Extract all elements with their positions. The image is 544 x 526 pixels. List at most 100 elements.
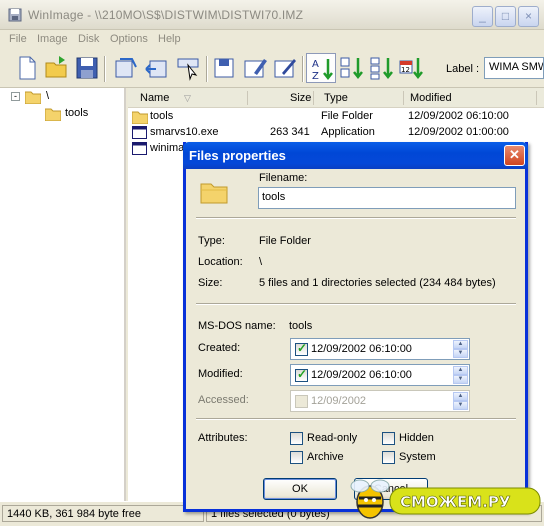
filename-label: Filename: xyxy=(259,172,308,184)
column-size[interactable]: Size xyxy=(290,92,311,104)
hidden-label[interactable]: Hidden xyxy=(399,432,434,444)
tree-root-label[interactable]: \ xyxy=(46,90,49,102)
column-name[interactable]: Name xyxy=(140,92,169,104)
files-properties-dialog: Files properties ✕ Filename: tools Type:… xyxy=(183,142,528,512)
created-checkbox[interactable] xyxy=(295,341,308,356)
hidden-checkbox[interactable] xyxy=(382,432,395,445)
window-title: WinImage - \\210MO\S$\DISTWIM\DISTWI70.I… xyxy=(28,8,304,22)
sort-arrow-icon: ▽ xyxy=(184,93,191,103)
location-value: \ xyxy=(259,256,263,268)
accessed-checkbox[interactable] xyxy=(295,395,308,408)
attributes-label: Attributes: xyxy=(198,432,248,444)
table-row[interactable]: smarvs10.exe 263 341 Application 12/09/2… xyxy=(128,125,544,141)
cell-name: winima xyxy=(150,142,185,154)
toolbar-separator xyxy=(302,56,304,82)
menu-options[interactable]: Options xyxy=(110,33,148,45)
inject-icon[interactable] xyxy=(110,53,140,83)
save-icon[interactable] xyxy=(72,53,102,83)
folder-large-icon xyxy=(200,180,228,207)
column-separator xyxy=(536,91,537,105)
edit-icon[interactable] xyxy=(240,53,270,83)
modified-checkbox[interactable] xyxy=(295,367,308,382)
modified-date-picker[interactable]: 12/09/2002 06:10:00 ▲▼ xyxy=(290,364,470,386)
readonly-checkbox[interactable] xyxy=(290,432,303,445)
cell-type: Application xyxy=(321,126,375,138)
sort-ext-icon[interactable] xyxy=(337,53,367,83)
divider xyxy=(196,217,516,219)
size-value: 5 files and 1 directories selected (234 … xyxy=(259,277,496,289)
close-icon[interactable]: ✕ xyxy=(504,145,525,166)
label-caption: Label : xyxy=(446,63,480,75)
maximize-button[interactable]: □ xyxy=(495,6,516,27)
modified-spinner[interactable]: ▲ ▼ xyxy=(453,366,468,384)
open-icon[interactable] xyxy=(42,53,72,83)
system-checkbox[interactable] xyxy=(382,451,395,464)
svg-text:12: 12 xyxy=(401,66,410,74)
ok-button[interactable]: OK xyxy=(263,478,337,500)
svg-text:A: A xyxy=(312,59,319,70)
folder-open-icon xyxy=(24,90,42,105)
new-icon[interactable] xyxy=(12,53,42,83)
divider xyxy=(196,418,516,420)
menu-file[interactable]: File xyxy=(9,33,27,45)
toolbar-separator xyxy=(206,56,208,82)
dialog-body: Filename: tools Type: File Folder Locati… xyxy=(186,169,525,509)
sort-name-icon[interactable]: AZ xyxy=(306,53,336,83)
status-free-space: 1440 KB, 361 984 byte free xyxy=(2,505,204,522)
table-row[interactable]: tools File Folder 12/09/2002 06:10:00 xyxy=(128,109,544,125)
msdos-value: tools xyxy=(289,320,313,332)
dialog-title: Files properties xyxy=(189,148,286,163)
collapse-toggle[interactable]: - xyxy=(11,92,20,101)
properties-icon[interactable] xyxy=(270,53,300,83)
app-disk-icon xyxy=(8,8,22,22)
folder-tree: - \ tools xyxy=(0,88,126,501)
created-spinner[interactable]: ▲ ▼ xyxy=(453,340,468,358)
location-label: Location: xyxy=(198,256,243,268)
menu-help[interactable]: Help xyxy=(158,33,181,45)
cell-type: File Folder xyxy=(321,110,373,122)
archive-label[interactable]: Archive xyxy=(307,451,344,463)
folder-icon xyxy=(131,110,149,125)
system-label[interactable]: System xyxy=(399,451,436,463)
executable-icon xyxy=(132,126,148,140)
size-label: Size: xyxy=(198,277,223,289)
modified-value: 12/09/2002 06:10:00 xyxy=(311,369,412,381)
filename-field[interactable]: tools xyxy=(258,187,516,209)
column-type[interactable]: Type xyxy=(324,92,348,104)
cursor-icon[interactable] xyxy=(174,53,204,83)
volume-label-input[interactable]: WIMA SMW xyxy=(484,57,544,79)
accessed-value: 12/09/2002 xyxy=(311,395,367,407)
sort-size-icon[interactable] xyxy=(367,53,397,83)
readonly-label[interactable]: Read-only xyxy=(307,432,357,444)
format-icon[interactable] xyxy=(210,53,240,83)
cell-size: 263 341 xyxy=(270,126,310,138)
extract-icon[interactable] xyxy=(142,53,172,83)
modified-label: Modified: xyxy=(198,368,243,380)
column-separator xyxy=(313,91,314,105)
accessed-spinner[interactable]: ▲ ▼ xyxy=(453,392,468,410)
created-date-picker[interactable]: 12/09/2002 06:10:00 ▲▼ xyxy=(290,338,470,360)
accessed-label: Accessed: xyxy=(198,394,249,406)
cell-modified: 12/09/2002 06:10:00 xyxy=(408,110,509,122)
tree-item-tools[interactable]: tools xyxy=(65,107,88,119)
column-separator xyxy=(247,91,248,105)
svg-text:Z: Z xyxy=(312,71,319,82)
sort-date-icon[interactable]: 12 xyxy=(397,53,427,83)
title-bar: WinImage - \\210MO\S$\DISTWIM\DISTWI70.I… xyxy=(0,0,544,30)
accessed-date-picker[interactable]: 12/09/2002 ▲ ▼ xyxy=(290,390,470,412)
site-watermark-logo: СМОЖЕМ.РУ xyxy=(346,476,544,523)
toolbar-separator xyxy=(104,56,106,82)
column-modified[interactable]: Modified xyxy=(410,92,452,104)
column-separator xyxy=(403,91,404,105)
menu-image[interactable]: Image xyxy=(37,33,68,45)
folder-icon xyxy=(44,107,62,122)
type-value: File Folder xyxy=(259,235,311,247)
minimize-button[interactable]: _ xyxy=(472,6,493,27)
divider xyxy=(196,303,516,305)
menu-disk[interactable]: Disk xyxy=(78,33,99,45)
dialog-title-bar: Files properties ✕ xyxy=(183,142,528,169)
executable-icon xyxy=(132,142,148,156)
close-window-button[interactable]: × xyxy=(518,6,539,27)
list-header: Name ▽ Size Type Modified xyxy=(128,88,544,108)
archive-checkbox[interactable] xyxy=(290,451,303,464)
